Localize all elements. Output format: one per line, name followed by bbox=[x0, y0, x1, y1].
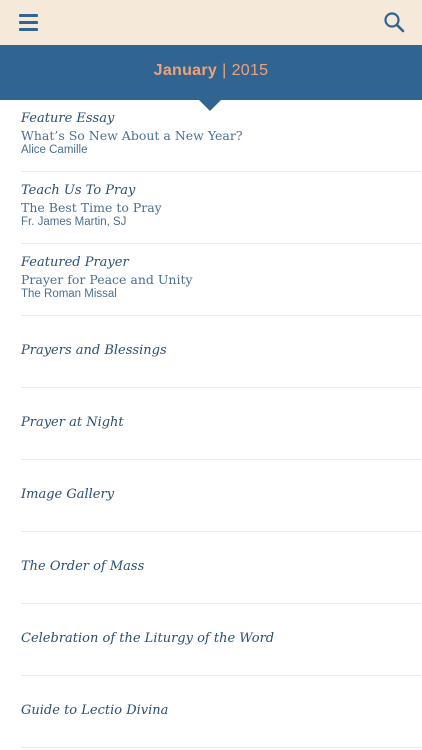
list-item-featured-prayer[interactable]: Featured Prayer Prayer for Peace and Uni… bbox=[21, 244, 422, 316]
top-bar bbox=[0, 0, 422, 45]
issue-date: January | 2015 bbox=[0, 62, 422, 80]
issue-year: 2015 bbox=[231, 62, 269, 79]
item-title: Prayer for Peace and Unity bbox=[21, 272, 193, 287]
item-author: Fr. James Martin, SJ bbox=[21, 216, 127, 228]
list-item-lectio-divina[interactable]: Guide to Lectio Divina bbox=[21, 676, 422, 748]
list-item-prayer-at-night[interactable]: Prayer at Night bbox=[21, 388, 422, 460]
item-category: Prayers and Blessings bbox=[21, 343, 167, 358]
search-icon[interactable] bbox=[383, 11, 405, 33]
item-category: Feature Essay bbox=[21, 111, 115, 126]
issue-month: January bbox=[153, 62, 218, 79]
list-item-order-of-mass[interactable]: The Order of Mass bbox=[21, 532, 422, 604]
list-item-teach-us-to-pray[interactable]: Teach Us To Pray The Best Time to Pray F… bbox=[21, 172, 422, 244]
issue-header: January | 2015 bbox=[0, 45, 422, 100]
list-item-prayers-and-blessings[interactable]: Prayers and Blessings bbox=[21, 316, 422, 388]
contents-list: Feature Essay What’s So New About a New … bbox=[0, 100, 422, 748]
item-title: The Best Time to Pray bbox=[21, 200, 162, 215]
item-category: Prayer at Night bbox=[21, 415, 124, 430]
list-item-feature-essay[interactable]: Feature Essay What’s So New About a New … bbox=[21, 100, 422, 172]
hamburger-menu-icon[interactable] bbox=[19, 12, 39, 32]
item-category: Guide to Lectio Divina bbox=[21, 703, 169, 718]
item-category: Teach Us To Pray bbox=[21, 183, 136, 198]
list-item-image-gallery[interactable]: Image Gallery bbox=[21, 460, 422, 532]
list-item-liturgy-of-the-word[interactable]: Celebration of the Liturgy of the Word bbox=[21, 604, 422, 676]
item-title: What’s So New About a New Year? bbox=[21, 128, 243, 143]
issue-separator: | bbox=[222, 62, 227, 79]
item-category: Featured Prayer bbox=[21, 255, 129, 270]
item-author: Alice Camille bbox=[21, 144, 88, 156]
item-author: The Roman Missal bbox=[21, 288, 117, 300]
item-category: Image Gallery bbox=[21, 487, 115, 502]
item-category: The Order of Mass bbox=[21, 559, 145, 574]
item-category: Celebration of the Liturgy of the Word bbox=[21, 631, 275, 646]
